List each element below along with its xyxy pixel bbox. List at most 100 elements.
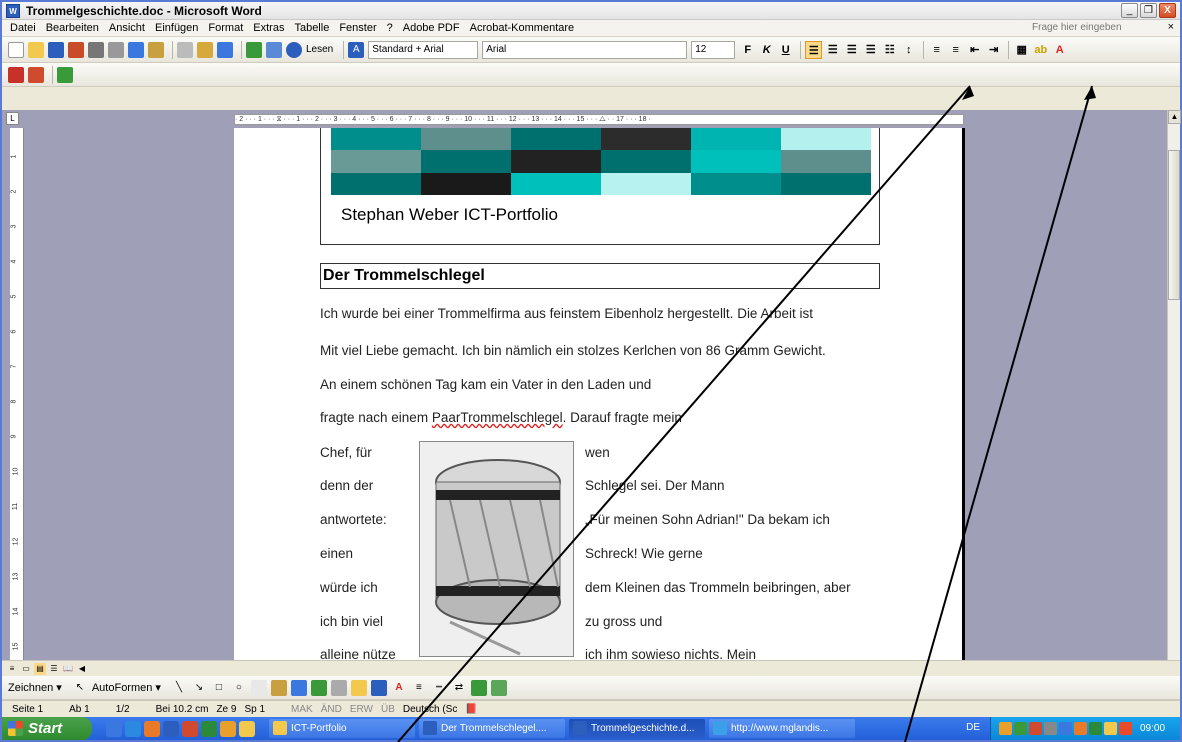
- spellcheck-status-icon[interactable]: 📕: [465, 704, 477, 715]
- new-document-icon[interactable]: [8, 41, 24, 58]
- menu-acrobat-kommentare[interactable]: Acrobat-Kommentare: [470, 22, 575, 34]
- cut-icon[interactable]: [177, 41, 193, 58]
- line-icon[interactable]: ╲: [171, 680, 187, 696]
- vertical-ruler[interactable]: 1 2 3 4 5 6 7 8 9 10 11 12 13 14 15: [10, 128, 24, 660]
- bold-button[interactable]: F: [739, 41, 756, 59]
- document-close-icon[interactable]: ×: [1168, 21, 1174, 33]
- convert-to-pdf-icon[interactable]: [8, 66, 24, 83]
- read-mode-button[interactable]: Lesen: [306, 44, 333, 55]
- tray-icon[interactable]: [1119, 722, 1132, 735]
- taskbar-item-browser[interactable]: http://www.mglandis...: [709, 719, 855, 738]
- status-overtype[interactable]: ÜB: [381, 704, 395, 715]
- spelling-icon[interactable]: [128, 41, 144, 58]
- print-preview-icon[interactable]: [108, 41, 124, 58]
- document-page[interactable]: Stephan Weber ICT-Portfolio Der Trommels…: [234, 128, 965, 660]
- menu-datei[interactable]: Datei: [10, 22, 36, 34]
- tray-icon[interactable]: [1044, 722, 1057, 735]
- numbering-icon[interactable]: ≡: [928, 41, 945, 59]
- powerpoint-icon[interactable]: [182, 720, 198, 737]
- ie-icon[interactable]: [125, 720, 141, 737]
- print-layout-view-icon[interactable]: ▤: [34, 662, 46, 675]
- decrease-indent-icon[interactable]: ⇤: [966, 41, 983, 59]
- draw-menu-button[interactable]: Zeichnen ▾: [8, 681, 62, 694]
- menu-fenster[interactable]: Fenster: [339, 22, 376, 34]
- autoshapes-button[interactable]: AutoFormen ▾: [92, 681, 161, 694]
- distributed-icon[interactable]: ☷: [881, 41, 898, 59]
- align-right-icon[interactable]: ☰: [843, 41, 860, 59]
- draw-font-color-icon[interactable]: A: [391, 680, 407, 696]
- diagram-icon[interactable]: [290, 679, 307, 696]
- restore-button[interactable]: ❐: [1140, 3, 1157, 18]
- font-combo[interactable]: Arial: [482, 40, 688, 59]
- border-icon[interactable]: ▦: [1013, 41, 1030, 59]
- language-indicator[interactable]: DE: [966, 722, 980, 733]
- tray-icon[interactable]: [1074, 722, 1087, 735]
- font-size-combo[interactable]: 12: [691, 40, 736, 59]
- wordart-icon[interactable]: [270, 679, 287, 696]
- scroll-thumb[interactable]: [1168, 150, 1180, 300]
- oval-icon[interactable]: ○: [231, 680, 247, 696]
- excel-icon[interactable]: [201, 720, 217, 737]
- review-icon[interactable]: [57, 66, 73, 83]
- align-center-icon[interactable]: ☰: [824, 41, 841, 59]
- menu-extras[interactable]: Extras: [253, 22, 284, 34]
- pdf-email-icon[interactable]: [28, 66, 44, 83]
- textbox-icon[interactable]: [250, 679, 267, 696]
- vertical-scrollbar[interactable]: ▲: [1167, 110, 1181, 660]
- table-icon[interactable]: [266, 41, 282, 58]
- status-track-changes[interactable]: ÄND: [321, 704, 342, 715]
- save-icon[interactable]: [48, 41, 64, 58]
- menu-adobe-pdf[interactable]: Adobe PDF: [403, 22, 460, 34]
- menu-ansicht[interactable]: Ansicht: [109, 22, 145, 34]
- open-folder-icon[interactable]: [28, 41, 44, 58]
- outline-view-icon[interactable]: ☰: [48, 663, 60, 675]
- highlight-icon[interactable]: ab: [1032, 41, 1049, 59]
- clipart-icon[interactable]: [310, 679, 327, 696]
- drum-image[interactable]: [419, 441, 574, 657]
- picture-icon[interactable]: [330, 679, 347, 696]
- select-objects-icon[interactable]: ↖: [72, 680, 88, 696]
- status-extend[interactable]: ERW: [350, 704, 373, 715]
- scroll-left-icon[interactable]: ◀: [76, 663, 88, 675]
- print-icon[interactable]: [88, 41, 104, 58]
- ask-question-input[interactable]: Frage hier eingeben: [1030, 22, 1150, 35]
- normal-view-icon[interactable]: ≡: [6, 663, 18, 675]
- permission-icon[interactable]: [68, 41, 84, 58]
- web-view-icon[interactable]: ▭: [20, 663, 32, 675]
- align-left-icon[interactable]: ☰: [805, 40, 823, 59]
- status-macro[interactable]: MAK: [291, 704, 313, 715]
- scroll-up-icon[interactable]: ▲: [1168, 110, 1181, 124]
- explorer-icon[interactable]: [239, 720, 255, 737]
- menu-format[interactable]: Format: [208, 22, 243, 34]
- arrow-icon[interactable]: ↘: [191, 680, 207, 696]
- underline-button[interactable]: U: [777, 41, 794, 59]
- word-icon[interactable]: [163, 720, 179, 737]
- help-icon[interactable]: [286, 41, 302, 58]
- styles-icon[interactable]: A: [348, 41, 365, 58]
- start-button[interactable]: Start: [2, 717, 92, 740]
- firefox-icon[interactable]: [144, 720, 160, 737]
- close-button[interactable]: X: [1159, 3, 1176, 18]
- line-style-icon[interactable]: ≡: [411, 680, 427, 696]
- taskbar-item-trommelschlegel[interactable]: Der Trommelschlegel....: [419, 719, 565, 738]
- menu-bearbeiten[interactable]: Bearbeiten: [46, 22, 99, 34]
- tab-selector-icon[interactable]: L: [6, 112, 19, 125]
- outlook-icon[interactable]: [220, 720, 236, 737]
- rectangle-icon[interactable]: □: [211, 680, 227, 696]
- arrow-style-icon[interactable]: ⇄: [451, 680, 467, 696]
- research-icon[interactable]: [148, 41, 164, 58]
- dash-style-icon[interactable]: ┅: [431, 680, 447, 696]
- undo-icon[interactable]: [217, 41, 233, 58]
- menu-tabelle[interactable]: Tabelle: [294, 22, 329, 34]
- bullets-icon[interactable]: ≡: [947, 41, 964, 59]
- tray-icon[interactable]: [999, 722, 1012, 735]
- italic-button[interactable]: K: [758, 41, 775, 59]
- paste-icon[interactable]: [197, 41, 213, 58]
- tray-icon[interactable]: [1014, 722, 1027, 735]
- word-app-icon[interactable]: W: [6, 3, 20, 18]
- font-color-icon[interactable]: A: [1051, 41, 1068, 59]
- status-language[interactable]: Deutsch (Sc: [403, 704, 457, 715]
- style-combo[interactable]: Standard + Arial: [368, 40, 479, 59]
- menu-einfuegen[interactable]: Einfügen: [155, 22, 198, 34]
- hyperlink-icon[interactable]: [246, 41, 262, 58]
